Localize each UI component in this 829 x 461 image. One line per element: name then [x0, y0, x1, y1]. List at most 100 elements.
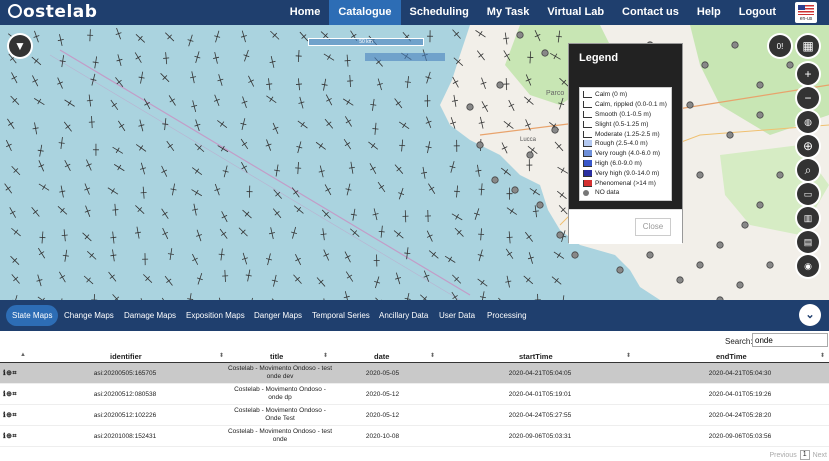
nav-catalogue[interactable]: Catalogue: [329, 0, 401, 25]
results-table: ▲ identifier ⬍ title ⬍ date ⬍ startTime …: [0, 351, 829, 447]
wave-direction-mark: [369, 163, 377, 174]
station-dot: [716, 241, 724, 249]
globe-icon[interactable]: ◉: [797, 255, 819, 277]
report-icon[interactable]: ▤: [797, 231, 819, 253]
row-actions-icon[interactable]: ℹ⊕⌗: [3, 411, 17, 420]
nav-my-task[interactable]: My Task: [478, 0, 539, 25]
nav-logout[interactable]: Logout: [730, 0, 785, 25]
tab-state-maps[interactable]: State Maps: [6, 305, 59, 326]
wave-direction-mark: [245, 269, 252, 282]
tab-user-data[interactable]: User Data: [433, 305, 481, 326]
wave-direction-mark: [110, 249, 117, 262]
wave-direction-mark: [315, 141, 326, 150]
wave-direction-mark: [452, 274, 462, 284]
wave-direction-mark: [164, 275, 173, 286]
wave-direction-mark: [213, 51, 220, 64]
wave-direction-mark: [214, 30, 221, 43]
column-title[interactable]: title: [270, 352, 283, 361]
row-actions-icon[interactable]: ℹ⊕⌗: [3, 369, 17, 378]
sort-icon[interactable]: ⬍: [430, 352, 435, 359]
nav-scheduling[interactable]: Scheduling: [401, 0, 478, 25]
legend-entry: High (6.0-9.0 m): [583, 159, 668, 169]
tab-ancillary-data[interactable]: Ancillary Data: [373, 305, 434, 326]
row-actions-icon[interactable]: ℹ⊕⌗: [3, 432, 17, 441]
tab-processing[interactable]: Processing: [481, 305, 533, 326]
station-dot: [511, 186, 519, 194]
sort-icon[interactable]: ⬍: [323, 352, 328, 359]
map-icon[interactable]: ▥: [797, 207, 819, 229]
wave-direction-mark: [113, 164, 125, 172]
map-canvas[interactable]: Lucca Parco: [0, 25, 829, 300]
close-button[interactable]: Close: [635, 218, 671, 236]
column-date[interactable]: date: [374, 352, 389, 361]
wave-symbol-icon: [583, 159, 592, 167]
search-icon[interactable]: ⌕: [797, 159, 819, 181]
grid-icon[interactable]: ▦: [797, 35, 819, 57]
wave-direction-mark: [425, 71, 432, 84]
wave-direction-mark: [194, 51, 201, 63]
wave-direction-mark: [295, 254, 302, 266]
wave-direction-mark: [398, 121, 410, 130]
wave-direction-mark: [270, 30, 280, 40]
nav-home[interactable]: Home: [281, 0, 330, 25]
table-row[interactable]: ℹ⊕⌗ asi:20201008:152431 Costelab - Movim…: [0, 426, 829, 447]
column-starttime[interactable]: startTime: [519, 352, 553, 361]
wave-direction-mark: [477, 249, 484, 262]
legend-entry-label: Smooth (0.1-0.5 m): [595, 110, 651, 118]
tab-temporal-series[interactable]: Temporal Series: [306, 305, 376, 326]
wave-direction-mark: [191, 167, 203, 176]
wave-direction-mark: [11, 227, 21, 237]
search-input[interactable]: [752, 333, 828, 347]
wave-direction-mark: [39, 231, 46, 244]
zoom-in-icon[interactable]: +: [797, 63, 819, 85]
wave-direction-mark: [112, 146, 124, 154]
table-row[interactable]: ℹ⊕⌗ asi:20200512:080538 Costelab - Movim…: [0, 384, 829, 405]
world-icon[interactable]: ◍: [797, 111, 819, 133]
sort-icon[interactable]: ▲: [20, 352, 26, 358]
previous-page-button[interactable]: Previous: [769, 452, 796, 459]
wave-direction-mark: [115, 27, 122, 40]
nav-virtual-lab[interactable]: Virtual Lab: [538, 0, 613, 25]
next-page-button[interactable]: Next: [813, 452, 827, 459]
column-endtime[interactable]: endTime: [716, 352, 747, 361]
nav-contact-us[interactable]: Contact us: [613, 0, 688, 25]
tab-exposition-maps[interactable]: Exposition Maps: [180, 305, 251, 326]
layer-count-badge[interactable]: 0!: [769, 35, 791, 57]
place-label: Lucca: [520, 137, 537, 143]
wave-direction-mark: [296, 141, 303, 154]
sort-icon[interactable]: ⬍: [820, 352, 825, 359]
measure-icon[interactable]: ▭: [797, 183, 819, 205]
wave-direction-mark: [58, 271, 66, 283]
wave-direction-mark: [523, 275, 534, 285]
map-view[interactable]: Lucca Parco 50 km ▼ ▦ 0! + − ◍ ⊕ ⌕ ▭ ▥ ▤…: [0, 25, 829, 300]
filter-icon[interactable]: ▼: [9, 35, 31, 57]
table-row[interactable]: ℹ⊕⌗ asi:20200505:165705 Costelab - Movim…: [0, 363, 829, 384]
sort-icon[interactable]: ⬍: [626, 352, 631, 359]
top-navbar: ostelab Home Catalogue Scheduling My Tas…: [0, 0, 829, 25]
wave-direction-mark: [240, 30, 247, 43]
tab-change-maps[interactable]: Change Maps: [58, 305, 120, 326]
search-label: Search:: [725, 337, 753, 346]
nav-help[interactable]: Help: [688, 0, 730, 25]
station-dot: [741, 221, 749, 229]
zoom-out-icon[interactable]: −: [797, 87, 819, 109]
zoom-extent-icon[interactable]: ⊕: [797, 135, 819, 157]
station-dot: [756, 81, 764, 89]
wave-direction-mark: [83, 275, 94, 285]
column-identifier[interactable]: identifier: [110, 352, 142, 361]
tab-danger-maps[interactable]: Danger Maps: [248, 305, 308, 326]
costelab-logo[interactable]: ostelab: [8, 2, 97, 22]
wave-direction-mark: [135, 144, 147, 152]
page-number-button[interactable]: 1: [799, 450, 810, 460]
table-row[interactable]: ℹ⊕⌗ asi:20200512:102226 Costelab - Movim…: [0, 405, 829, 426]
wave-direction-mark: [506, 231, 513, 244]
sort-icon[interactable]: ⬍: [219, 352, 224, 359]
wave-direction-mark: [63, 121, 72, 132]
language-flag-icon[interactable]: en-us: [795, 2, 817, 23]
wave-direction-mark: [85, 159, 92, 171]
chevron-down-icon[interactable]: ⌄: [799, 304, 821, 326]
wave-direction-mark: [323, 249, 330, 261]
wave-direction-mark: [196, 273, 203, 285]
row-actions-icon[interactable]: ℹ⊕⌗: [3, 390, 17, 399]
tab-damage-maps[interactable]: Damage Maps: [118, 305, 182, 326]
